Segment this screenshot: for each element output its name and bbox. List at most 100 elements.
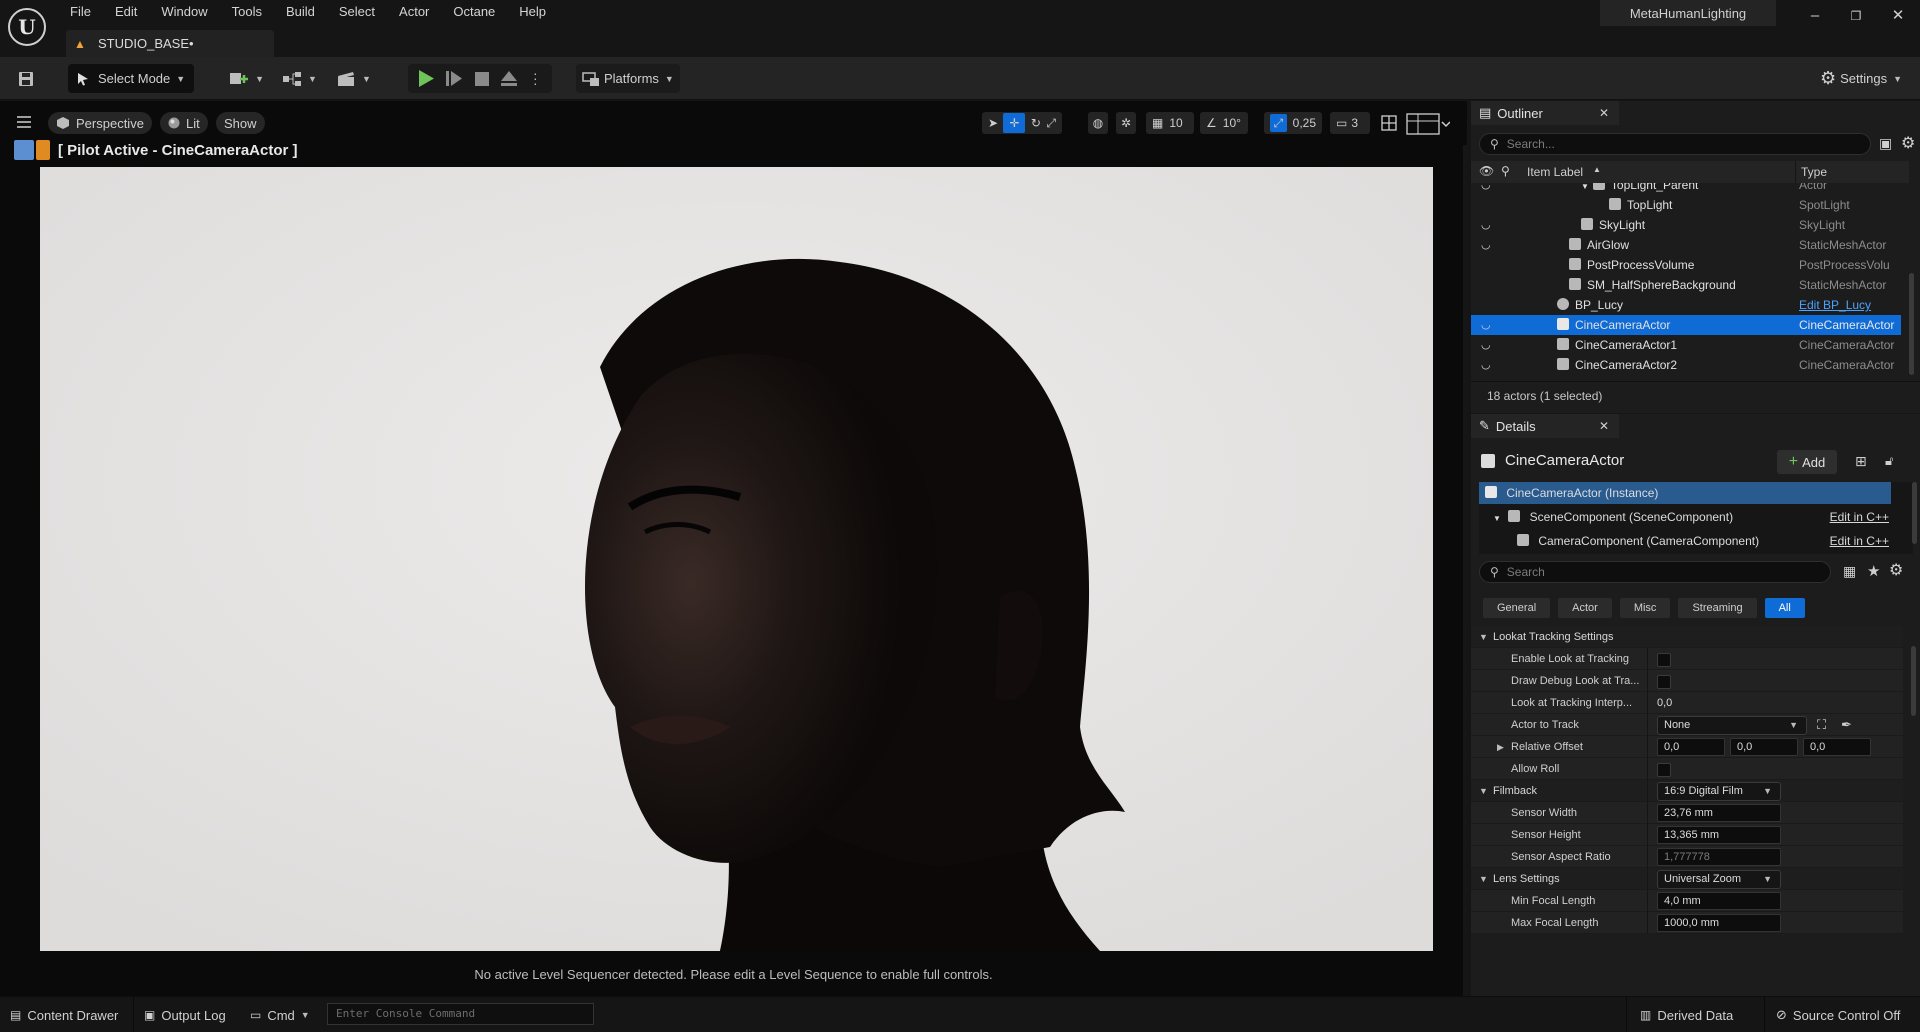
layout-dropdown[interactable] [1406,113,1451,135]
camera-speed-button[interactable]: ▭ 3 [1330,112,1370,134]
perspective-dropdown[interactable]: Perspective [48,112,152,134]
details-scrollbar[interactable] [1911,646,1916,716]
restore-button[interactable]: ❐ [1836,4,1876,28]
filter-misc[interactable]: Misc [1619,598,1671,618]
show-dropdown[interactable]: Show [216,112,265,134]
expand-arrow-icon[interactable]: ▼ [1581,183,1589,191]
close-icon[interactable]: ✕ [1599,106,1609,120]
component-row-instance[interactable]: CineCameraActor (Instance) [1479,482,1891,504]
tree-row-postprocess[interactable]: PostProcessVolume PostProcessVolu [1471,255,1901,275]
world-local-toggle[interactable]: ◍ [1088,112,1108,134]
min-focal-length-field[interactable]: 4,0 mm [1657,892,1781,910]
visibility-icon[interactable]: ◡ [1481,215,1491,235]
maximize-viewport-icon[interactable] [1381,115,1397,131]
visibility-column-icon[interactable]: 👁 [1479,164,1494,178]
menu-actor[interactable]: Actor [387,3,441,21]
filter-general[interactable]: General [1483,598,1551,618]
gear-icon[interactable]: ⚙ [1901,133,1915,153]
filmback-preset-dropdown[interactable]: 16:9 Digital Film ▼ [1657,782,1781,801]
eject-pilot-icon[interactable] [14,140,34,160]
platforms-dropdown[interactable]: Platforms ▼ [576,64,680,93]
filter-actor[interactable]: Actor [1558,598,1612,618]
add-component-button[interactable]: + Add [1777,450,1837,474]
derived-data-button[interactable]: ▥ Derived Data [1640,1006,1733,1024]
tree-row-toplight-parent[interactable]: ◡ ▼ TopLight_Parent Actor [1471,183,1901,195]
scale-tool-icon[interactable]: ⤢ [1046,116,1056,131]
outliner-scrollbar[interactable] [1909,273,1914,375]
rotation-snap-toggle[interactable]: ∠ 10° [1200,112,1248,134]
close-button[interactable]: ✕ [1878,4,1918,28]
gear-icon[interactable]: ⚙ [1889,560,1903,580]
sensor-width-field[interactable]: 23,76 mm [1657,804,1781,822]
details-tab[interactable]: ✎ Details ✕ [1471,414,1619,438]
sensor-height-field[interactable]: 13,365 mm [1657,826,1781,844]
outliner-tab[interactable]: ▤ Outliner ✕ [1471,101,1619,125]
outliner-search-input[interactable]: ⚲ Search... [1479,133,1871,155]
output-log-button[interactable]: ▣ Output Log [144,1006,226,1024]
level-viewport[interactable]: Perspective Lit Show ➤ ✛ ↻ ⤢ ◍ ✲ ▦ 10 ∠ … [0,101,1467,996]
visibility-icon[interactable]: ◡ [1481,335,1491,355]
select-mode-dropdown[interactable]: Select Mode ▼ [68,64,194,93]
max-focal-length-field[interactable]: 1000,0 mm [1657,914,1781,932]
offset-z-field[interactable]: 0,0 [1803,738,1871,756]
play-icon[interactable] [418,70,434,87]
component-scrollbar[interactable] [1912,482,1917,544]
skip-frame-icon[interactable] [446,71,462,86]
enable-lookat-checkbox[interactable] [1657,653,1671,667]
offset-x-field[interactable]: 0,0 [1657,738,1725,756]
details-search-input[interactable]: ⚲ Search [1479,561,1831,583]
minimize-button[interactable]: – [1795,4,1835,28]
collapse-arrow-icon[interactable]: ▼ [1479,780,1488,802]
collapse-arrow-icon[interactable]: ▼ [1479,626,1488,648]
pin-column-icon[interactable]: ⚲ [1501,164,1510,178]
more-options-icon[interactable]: · · · [533,66,538,90]
unreal-logo-icon[interactable]: U [8,8,46,46]
tree-row-skylight[interactable]: ◡ SkyLight SkyLight [1471,215,1901,235]
add-folder-icon[interactable]: ▣ [1879,135,1892,152]
source-control-button[interactable]: ⊘ Source Control Off [1776,1006,1900,1024]
level-tab[interactable]: ▲ STUDIO_BASE• [66,30,274,57]
lock-icon[interactable]: 🔓︎ [1885,453,1893,469]
select-tool-icon[interactable]: ➤ [988,116,998,130]
expand-arrow-icon[interactable]: ▶ [1497,736,1504,758]
menu-window[interactable]: Window [149,3,219,21]
draw-debug-checkbox[interactable] [1657,675,1671,689]
component-row-camera[interactable]: CameraComponent (CameraComponent) Edit i… [1479,530,1891,552]
hamburger-menu-icon[interactable] [16,115,32,129]
console-input[interactable]: Enter Console Command [327,1003,594,1025]
stop-icon[interactable] [475,72,489,86]
tree-row-bp-lucy[interactable]: BP_Lucy Edit BP_Lucy [1471,295,1901,315]
tree-row-toplight[interactable]: TopLight SpotLight [1471,195,1901,215]
offset-y-field[interactable]: 0,0 [1730,738,1798,756]
edit-blueprint-link[interactable]: Edit BP_Lucy [1799,295,1903,315]
category-filmback[interactable]: ▼ Filmback 16:9 Digital Film ▼ [1471,780,1903,802]
save-button[interactable] [12,64,40,93]
viewport-render[interactable] [40,167,1433,951]
allow-roll-checkbox[interactable] [1657,763,1671,777]
star-icon[interactable]: ★ [1867,562,1880,580]
property-matrix-icon[interactable]: ▦ [1843,563,1856,580]
close-icon[interactable]: ✕ [1599,419,1609,433]
menu-octane[interactable]: Octane [441,3,507,21]
scale-snap-toggle[interactable]: ⤢ 0,25 [1264,112,1322,134]
lit-dropdown[interactable]: Lit [160,112,208,134]
visibility-icon[interactable]: ◡ [1481,315,1491,335]
eyedropper-icon[interactable]: ✒ [1841,714,1852,736]
actor-to-track-dropdown[interactable]: None ▼ [1657,716,1807,735]
lens-preset-dropdown[interactable]: Universal Zoom ▼ [1657,870,1781,889]
visibility-icon[interactable]: ◡ [1481,235,1491,255]
surface-snap-toggle[interactable]: ✲ [1116,112,1136,134]
rotate-tool-icon[interactable]: ↻ [1031,116,1041,130]
blueprint-convert-icon[interactable]: ⊞ [1855,453,1867,470]
filter-all[interactable]: All [1764,598,1805,618]
category-lookat-tracking[interactable]: ▼ Lookat Tracking Settings [1471,626,1903,648]
visibility-icon[interactable]: ◡ [1481,355,1491,375]
tree-row-cinecamera1[interactable]: ◡ CineCameraActor1 CineCameraActor [1471,335,1901,355]
tree-row-cinecamera[interactable]: ◡ CineCameraActor CineCameraActor [1471,315,1901,335]
move-tool-icon[interactable]: ✛ [1003,113,1026,133]
collapse-arrow-icon[interactable]: ▼ [1479,868,1488,890]
edit-in-cpp-link[interactable]: Edit in C++ [1830,506,1889,528]
item-label-column[interactable]: Item Label [1527,165,1583,179]
eject-icon[interactable] [501,71,517,86]
add-actor-button[interactable]: ▼ [228,64,264,93]
